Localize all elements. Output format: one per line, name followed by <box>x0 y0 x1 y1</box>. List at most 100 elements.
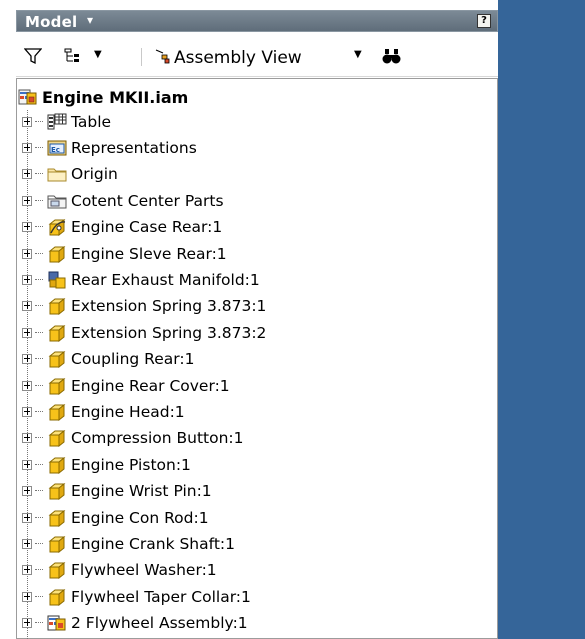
tree-item[interactable]: Engine Sleve Rear:1 <box>22 242 227 265</box>
tree-item[interactable]: Table <box>22 110 111 133</box>
expand-icon[interactable] <box>22 169 32 180</box>
expand-icon[interactable] <box>22 327 32 338</box>
title-dropdown-icon[interactable]: ▾ <box>87 13 93 27</box>
expand-icon[interactable] <box>22 222 32 233</box>
tree-connector <box>35 437 43 439</box>
content-center-folder-icon <box>47 191 67 211</box>
part-icon <box>47 428 67 448</box>
expand-icon[interactable] <box>22 195 32 206</box>
expand-icon[interactable] <box>22 512 32 523</box>
tree-connector <box>35 410 43 413</box>
tree-item[interactable]: Cotent Center Parts <box>22 189 224 212</box>
graphics-window-background[interactable] <box>498 0 585 639</box>
expand-icon[interactable] <box>22 274 32 285</box>
expand-icon[interactable] <box>22 116 32 127</box>
tree-connector <box>35 252 43 255</box>
expand-icon[interactable] <box>22 618 32 629</box>
tree-item[interactable]: Engine Piston:1 <box>22 453 191 476</box>
assembly-view-label[interactable]: Assembly View <box>174 48 302 68</box>
tree-item-label[interactable]: Flywheel Washer:1 <box>71 561 217 579</box>
expand-icon[interactable] <box>22 565 32 576</box>
tree-item[interactable]: Flywheel Washer:1 <box>22 559 217 582</box>
root-assembly-label[interactable]: Engine MKII.iam <box>42 88 188 107</box>
tree-item[interactable]: Extension Spring 3.873:2 <box>22 321 266 344</box>
tree-item[interactable]: Compression Button:1 <box>22 427 244 450</box>
tree-item[interactable]: Engine Rear Cover:1 <box>22 374 230 397</box>
expand-icon[interactable] <box>22 142 32 153</box>
tree-item-label[interactable]: Rear Exhaust Manifold:1 <box>71 271 260 289</box>
expand-icon[interactable] <box>22 380 32 391</box>
part-icon <box>47 560 67 580</box>
tree-item-label[interactable]: Engine Head:1 <box>71 403 185 421</box>
tree-item-label[interactable]: Cotent Center Parts <box>71 192 224 210</box>
folder-icon <box>47 164 67 184</box>
part-icon <box>47 402 67 422</box>
tree-item-label[interactable]: Engine Piston:1 <box>71 456 191 474</box>
expand-icon[interactable] <box>22 248 32 259</box>
tree-item-label[interactable]: Extension Spring 3.873:2 <box>71 324 266 342</box>
help-button[interactable]: ? <box>477 14 491 28</box>
subassembly-icon <box>47 270 67 290</box>
tree-item[interactable]: Engine Con Rod:1 <box>22 506 209 529</box>
filter-icon[interactable] <box>23 47 43 70</box>
expand-icon[interactable] <box>22 354 32 365</box>
browser-title-bar[interactable]: Model ▾ ? <box>16 10 498 32</box>
tree-connector <box>35 173 43 175</box>
part-icon <box>47 587 67 607</box>
tree-options-dropdown-icon[interactable]: ▼ <box>94 49 102 60</box>
tree-item[interactable]: Engine Case Rear:1 <box>22 216 222 239</box>
tree-item-label[interactable]: Engine Rear Cover:1 <box>71 377 230 395</box>
tree-item[interactable]: Engine Wrist Pin:1 <box>22 480 212 503</box>
tree-root[interactable]: Engine MKII.iam <box>18 86 188 108</box>
view-dropdown-icon[interactable]: ▼ <box>354 49 362 60</box>
tree-item[interactable]: 2 Flywheel Assembly:1 <box>22 612 248 635</box>
tree-item[interactable]: Extension Spring 3.873:1 <box>22 295 266 318</box>
expand-icon[interactable] <box>22 301 32 312</box>
binoculars-icon[interactable] <box>382 47 402 70</box>
expand-icon[interactable] <box>22 433 32 444</box>
part-icon <box>47 349 67 369</box>
browser-toolbar: ▼ Assembly View ▼ <box>16 36 498 77</box>
tree-item-label[interactable]: Flywheel Taper Collar:1 <box>71 588 251 606</box>
tree-connector <box>35 305 43 307</box>
tree-item-label[interactable]: Engine Crank Shaft:1 <box>71 535 235 553</box>
expand-icon[interactable] <box>22 459 32 470</box>
assembly-view-icon[interactable] <box>154 47 172 70</box>
tree-item-label[interactable]: Table <box>71 113 111 131</box>
expand-icon[interactable] <box>22 406 32 417</box>
tree-item-label[interactable]: Engine Sleve Rear:1 <box>71 245 227 263</box>
tree-connector <box>35 146 43 149</box>
browser-title[interactable]: Model <box>25 13 77 31</box>
tree-item-label[interactable]: Representations <box>71 139 197 157</box>
tree-connector <box>35 463 43 466</box>
tree-connector <box>35 542 43 545</box>
part-icon <box>47 534 67 554</box>
tree-item[interactable]: Flywheel Taper Collar:1 <box>22 585 251 608</box>
tree-item-label[interactable]: Engine Wrist Pin:1 <box>71 482 212 500</box>
tree-item[interactable]: Ec Representations <box>22 136 197 159</box>
tree-item-label[interactable]: Engine Case Rear:1 <box>71 218 222 236</box>
tree-item-label[interactable]: 2 Flywheel Assembly:1 <box>71 614 248 632</box>
tree-item-label[interactable]: Origin <box>71 165 118 183</box>
expand-icon[interactable] <box>22 486 32 497</box>
svg-text:Ec: Ec <box>51 146 60 154</box>
tree-connector <box>35 199 43 202</box>
tree-item-label[interactable]: Compression Button:1 <box>71 429 244 447</box>
tree-connector <box>35 516 43 519</box>
tree-connector <box>35 358 43 360</box>
expand-icon[interactable] <box>22 538 32 549</box>
tree-options-icon[interactable] <box>64 47 84 70</box>
tree-item[interactable]: Engine Head:1 <box>22 400 185 423</box>
tree-connector <box>35 278 43 281</box>
representations-icon: Ec <box>47 138 67 158</box>
tree-item[interactable]: Rear Exhaust Manifold:1 <box>22 268 260 291</box>
tree-item[interactable]: Engine Crank Shaft:1 <box>22 532 235 555</box>
tree-item[interactable]: Coupling Rear:1 <box>22 348 194 371</box>
table-icon <box>47 112 67 132</box>
expand-icon[interactable] <box>22 591 32 602</box>
tree-item-label[interactable]: Extension Spring 3.873:1 <box>71 297 266 315</box>
tree-item[interactable]: Origin <box>22 163 118 186</box>
left-margin <box>0 0 11 639</box>
tree-item-label[interactable]: Engine Con Rod:1 <box>71 509 209 527</box>
tree-item-label[interactable]: Coupling Rear:1 <box>71 350 194 368</box>
